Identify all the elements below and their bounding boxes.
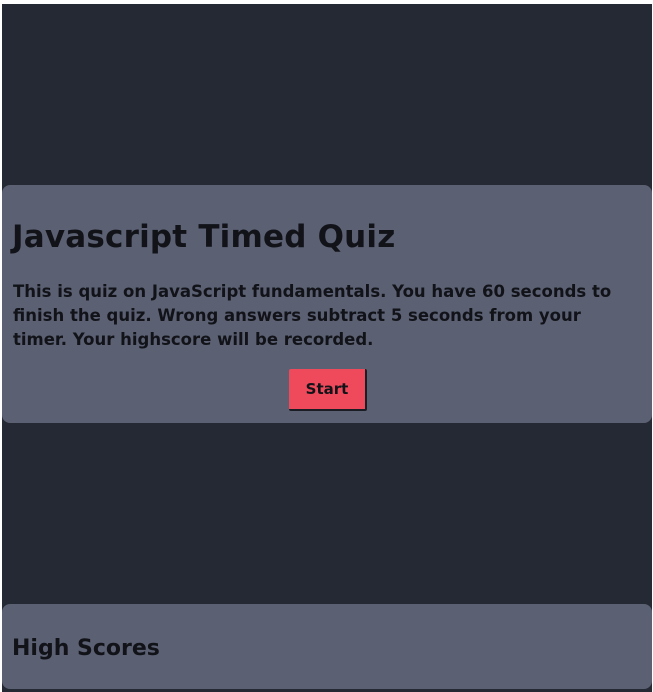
quiz-description: This is quiz on JavaScript fundamentals.… bbox=[13, 282, 612, 349]
quiz-intro-card: Javascript Timed Quiz This is quiz on Ja… bbox=[2, 185, 652, 423]
high-scores-card: High Scores bbox=[2, 604, 652, 689]
start-button[interactable]: Start bbox=[289, 369, 367, 411]
quiz-title: Javascript Timed Quiz bbox=[12, 219, 396, 255]
high-scores-title: High Scores bbox=[12, 636, 160, 661]
